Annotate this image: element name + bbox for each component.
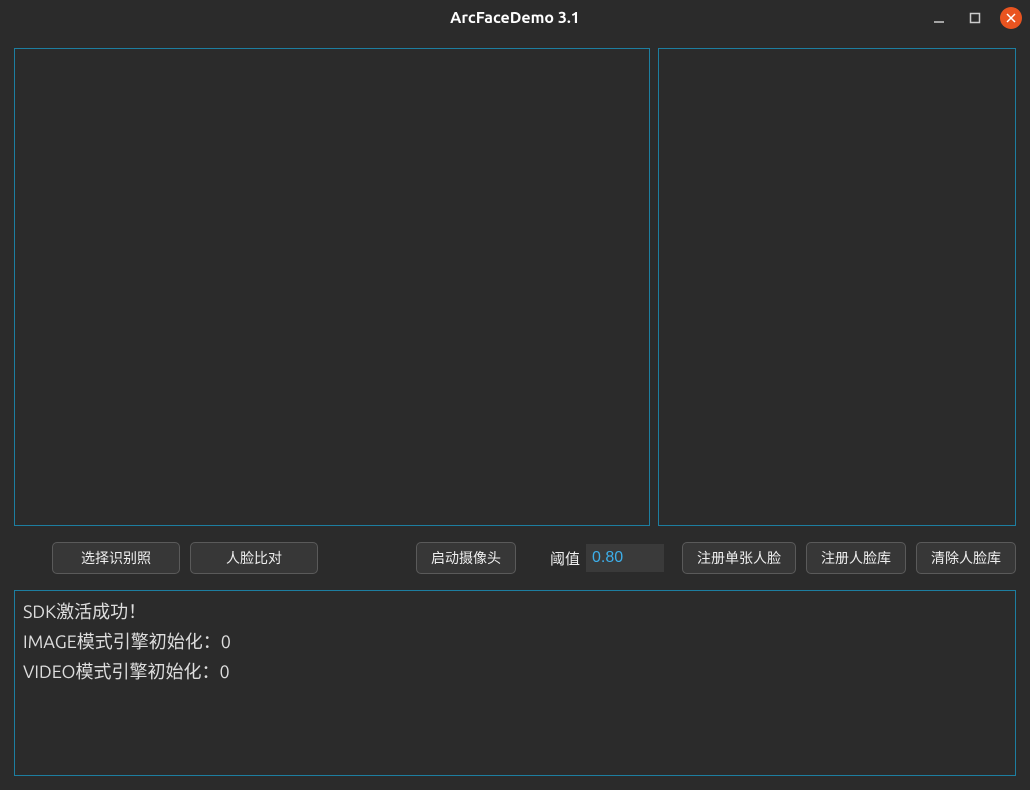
start-camera-button[interactable]: 启动摄像头: [416, 542, 516, 574]
side-preview-panel: [658, 48, 1016, 526]
titlebar: ArcFaceDemo 3.1: [0, 0, 1030, 36]
preview-panels: [14, 48, 1016, 526]
close-icon: [1006, 13, 1016, 23]
register-single-face-button[interactable]: 注册单张人脸: [682, 542, 796, 574]
window-title: ArcFaceDemo 3.1: [450, 9, 580, 27]
threshold-input[interactable]: [586, 544, 664, 572]
window-controls: [928, 7, 1022, 29]
content-area: 选择识别照 人脸比对 启动摄像头 阈值 注册单张人脸 注册人脸库 清除人脸库 S…: [0, 36, 1030, 790]
minimize-icon: [933, 12, 945, 24]
main-preview-panel: [14, 48, 650, 526]
maximize-button[interactable]: [964, 7, 986, 29]
face-compare-button[interactable]: 人脸比对: [190, 542, 318, 574]
register-face-library-button[interactable]: 注册人脸库: [806, 542, 906, 574]
log-line: SDK激活成功！: [23, 597, 1007, 627]
close-button[interactable]: [1000, 7, 1022, 29]
log-output: SDK激活成功！ IMAGE模式引擎初始化：0 VIDEO模式引擎初始化：0: [14, 590, 1016, 776]
maximize-icon: [969, 12, 981, 24]
minimize-button[interactable]: [928, 7, 950, 29]
log-line: IMAGE模式引擎初始化：0: [23, 627, 1007, 657]
threshold-group: 阈值: [550, 544, 664, 572]
log-line: VIDEO模式引擎初始化：0: [23, 657, 1007, 687]
select-photo-button[interactable]: 选择识别照: [52, 542, 180, 574]
threshold-label: 阈值: [550, 548, 580, 569]
toolbar: 选择识别照 人脸比对 启动摄像头 阈值 注册单张人脸 注册人脸库 清除人脸库: [14, 538, 1016, 578]
clear-face-library-button[interactable]: 清除人脸库: [916, 542, 1016, 574]
